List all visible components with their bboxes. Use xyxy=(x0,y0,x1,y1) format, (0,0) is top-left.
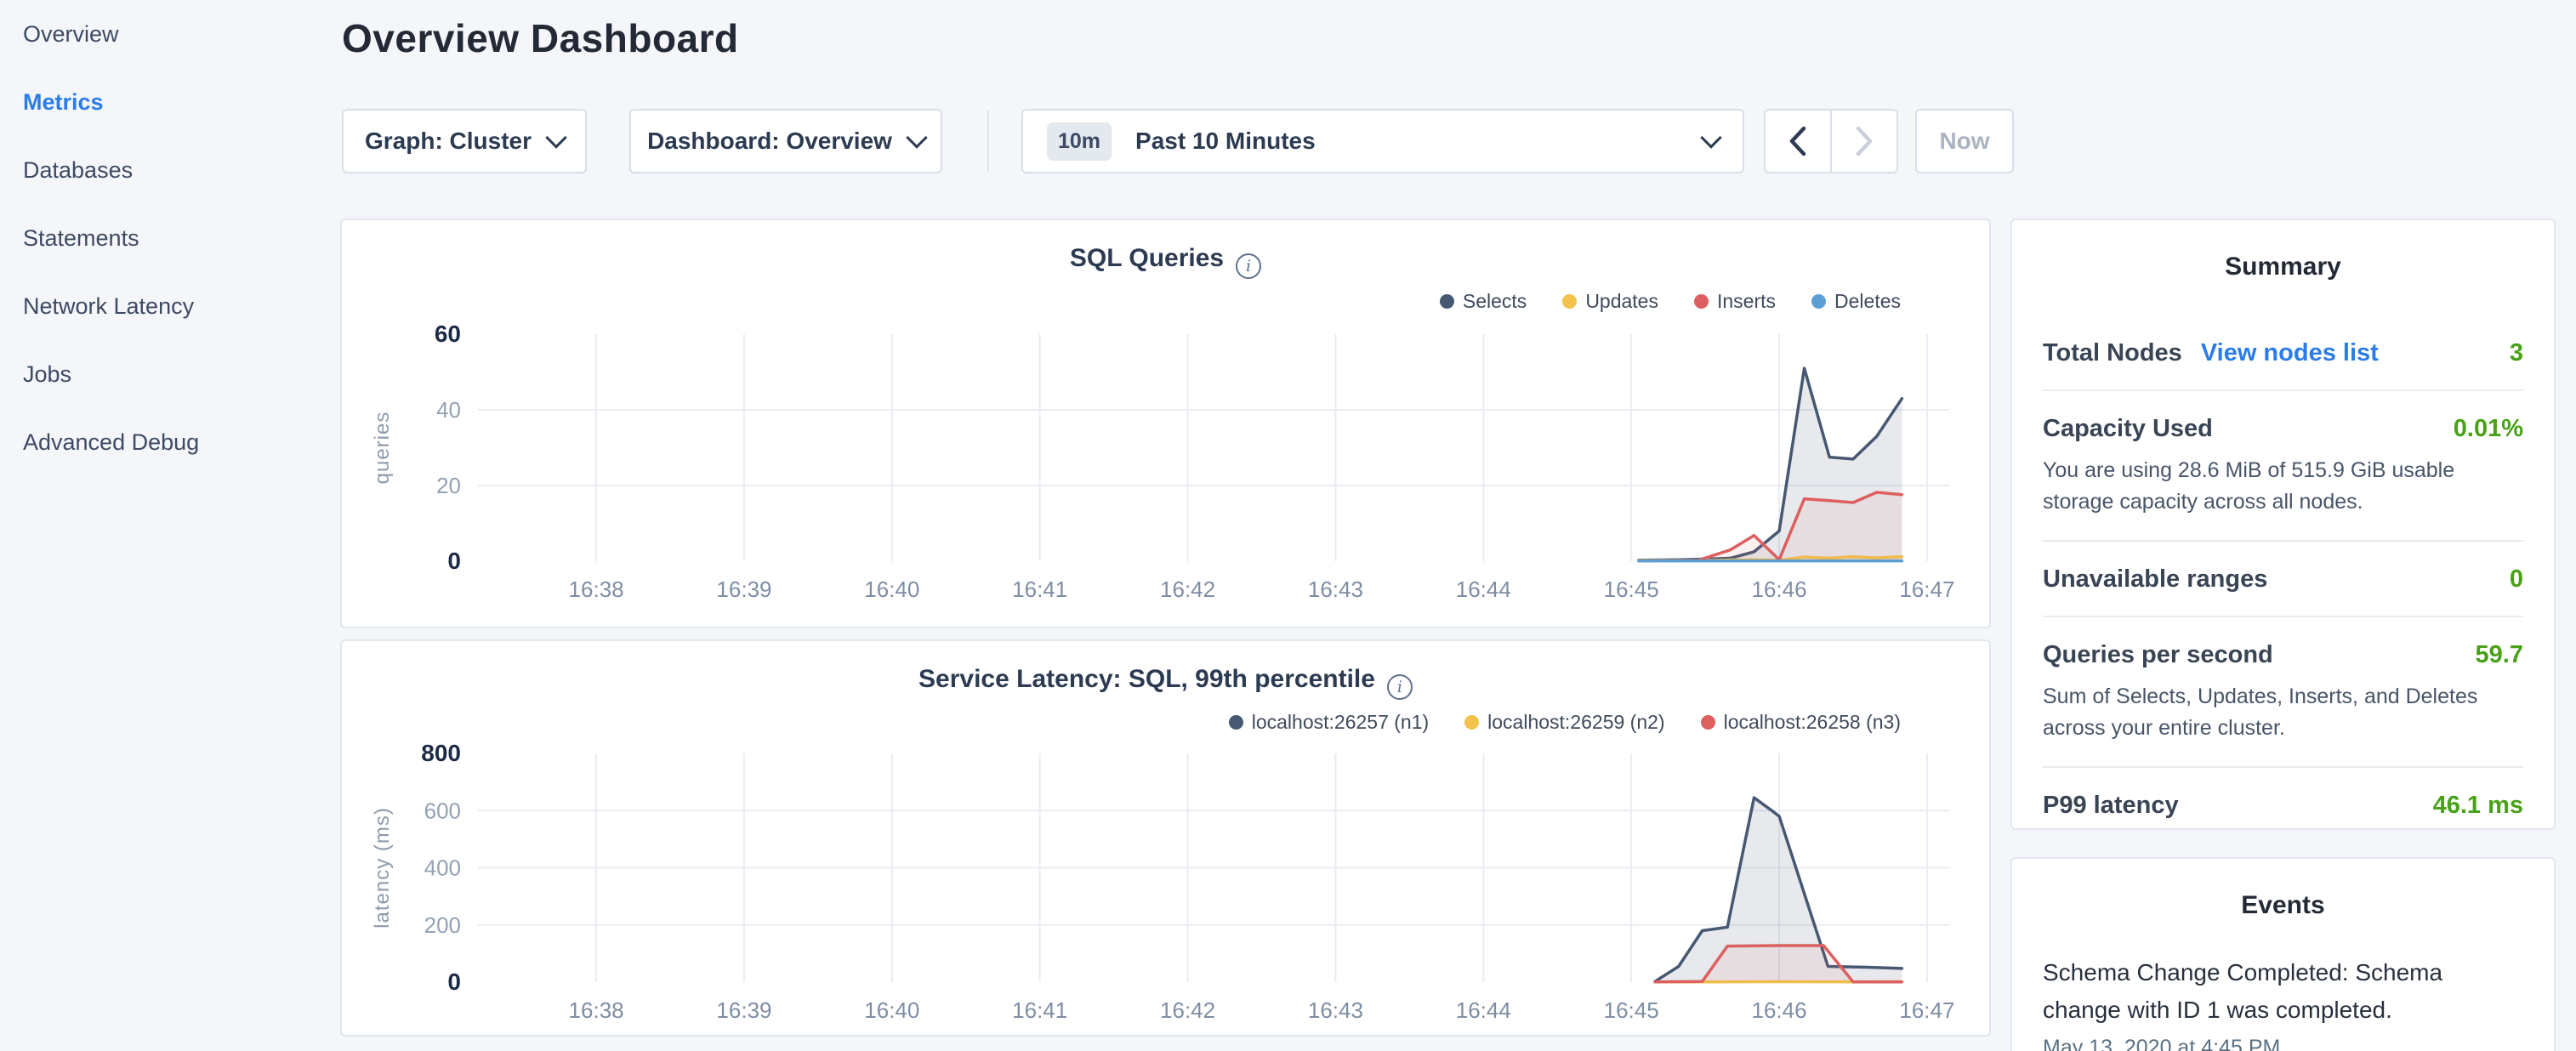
x-tick-label: 16:43 xyxy=(1308,577,1363,602)
summary-value: 46.1 ms xyxy=(2433,792,2523,820)
summary-row-queries-per-second: Queries per second 59.7 Sum of Selects, … xyxy=(2043,617,2523,768)
summary-row-total-nodes: Total Nodes View nodes list 3 xyxy=(2043,315,2523,391)
y-tick-label: 60 xyxy=(435,321,461,347)
summary-label: Unavailable ranges xyxy=(2043,565,2267,594)
sidebar-item-metrics[interactable]: Metrics xyxy=(0,68,340,136)
y-tick-label: 20 xyxy=(436,473,461,498)
summary-value: 59.7 xyxy=(2476,641,2523,669)
chevron-left-icon xyxy=(1787,125,1809,157)
sidebar-item-network-latency[interactable]: Network Latency xyxy=(0,272,340,340)
events-title: Events xyxy=(2012,891,2554,920)
sidebar-item-databases[interactable]: Databases xyxy=(0,136,340,204)
dashboard-dropdown-label: Dashboard: Overview xyxy=(647,128,892,155)
x-tick-label: 16:47 xyxy=(1899,577,1954,602)
x-tick-label: 16:45 xyxy=(1604,577,1659,602)
summary-label: Capacity Used xyxy=(2043,415,2213,443)
sidebar-item-jobs[interactable]: Jobs xyxy=(0,340,340,408)
summary-label: P99 latency xyxy=(2043,792,2179,820)
summary-row-p99-latency: P99 latency 46.1 ms xyxy=(2043,768,2523,842)
y-tick-label: 800 xyxy=(421,740,461,766)
events-panel: Events Schema Change Completed: Schema c… xyxy=(2010,857,2556,1051)
x-tick-label: 16:40 xyxy=(864,577,919,602)
y-tick-label: 200 xyxy=(424,912,461,938)
x-tick-label: 16:41 xyxy=(1012,997,1067,1023)
sidebar-item-statements[interactable]: Statements xyxy=(0,204,340,272)
time-range-selector[interactable]: 10m Past 10 Minutes xyxy=(1021,109,1744,173)
summary-panel: Summary Total Nodes View nodes list 3 Ca… xyxy=(2010,219,2556,830)
event-item: Schema Change Completed: Schema change w… xyxy=(2043,954,2451,1029)
y-tick-label: 600 xyxy=(424,798,461,823)
x-tick-label: 16:44 xyxy=(1456,577,1511,602)
x-tick-label: 16:39 xyxy=(716,997,771,1023)
now-button[interactable]: Now xyxy=(1915,109,2014,173)
x-tick-label: 16:46 xyxy=(1752,997,1807,1023)
event-timestamp: May 13, 2020 at 4:45 PM xyxy=(2043,1036,2523,1051)
y-tick-label: 40 xyxy=(436,397,461,423)
y-axis-label: queries xyxy=(371,412,394,485)
chevron-down-icon xyxy=(545,127,566,148)
x-tick-label: 16:39 xyxy=(716,577,771,602)
summary-subtext: You are using 28.6 MiB of 515.9 GiB usab… xyxy=(2043,455,2502,518)
x-tick-label: 16:40 xyxy=(864,997,919,1023)
summary-label: Queries per second xyxy=(2043,641,2273,669)
time-next-button[interactable] xyxy=(1830,109,1898,173)
graph-dropdown-label: Graph: Cluster xyxy=(365,128,532,155)
service-latency-plot: 16:38 16:39 16:40 16:41 16:42 16:43 16:44 16:45… xyxy=(342,641,1988,1034)
y-tick-label: 400 xyxy=(424,855,461,881)
controls-divider xyxy=(987,111,989,172)
db-console-page: Overview Metrics Databases Statements Ne… xyxy=(0,0,2576,1051)
x-tick-label: 16:41 xyxy=(1012,577,1067,602)
x-tick-label: 16:42 xyxy=(1160,577,1215,602)
chevron-down-icon xyxy=(1700,127,1721,148)
summary-row-capacity-used: Capacity Used 0.01% You are using 28.6 M… xyxy=(2043,391,2523,542)
x-tick-label: 16:42 xyxy=(1160,997,1215,1023)
x-tick-label: 16:45 xyxy=(1604,997,1659,1023)
sql-queries-plot: 16:38 16:39 16:40 16:41 16:42 16:43 16:44 16:45… xyxy=(342,220,1988,626)
x-tick-label: 16:43 xyxy=(1308,997,1363,1023)
sidebar-item-overview[interactable]: Overview xyxy=(0,0,340,68)
summary-label: Total Nodes xyxy=(2043,339,2182,367)
x-tick-label: 16:46 xyxy=(1752,577,1807,602)
sidebar: Overview Metrics Databases Statements Ne… xyxy=(0,0,340,1051)
summary-value: 0 xyxy=(2510,565,2523,594)
chevron-down-icon xyxy=(906,127,927,148)
graph-dropdown[interactable]: Graph: Cluster xyxy=(342,109,587,173)
chevron-right-icon xyxy=(1853,125,1875,157)
summary-title: Summary xyxy=(2043,253,2523,281)
view-nodes-list-link[interactable]: View nodes list xyxy=(2201,339,2379,367)
summary-value: 0.01% xyxy=(2454,415,2523,443)
x-tick-label: 16:47 xyxy=(1899,997,1954,1023)
page-title: Overview Dashboard xyxy=(342,15,739,61)
y-axis-label: latency (ms) xyxy=(371,807,394,929)
dashboard-dropdown[interactable]: Dashboard: Overview xyxy=(629,109,942,173)
time-range-label: Past 10 Minutes xyxy=(1135,128,1703,155)
time-range-badge: 10m xyxy=(1047,122,1112,161)
x-tick-label: 16:44 xyxy=(1456,997,1511,1023)
x-tick-label: 16:38 xyxy=(569,577,624,602)
service-latency-chart-card: Service Latency: SQL, 99th percentilei l… xyxy=(340,639,1991,1037)
y-tick-label: 0 xyxy=(447,969,461,995)
sql-queries-chart-card: SQL Queriesi Selects Updates Inserts Del… xyxy=(340,219,1991,628)
sidebar-item-advanced-debug[interactable]: Advanced Debug xyxy=(0,408,340,476)
y-tick-label: 0 xyxy=(447,548,461,574)
summary-value: 3 xyxy=(2510,339,2523,367)
summary-subtext: Sum of Selects, Updates, Inserts, and De… xyxy=(2043,681,2502,744)
time-prev-button[interactable] xyxy=(1764,109,1832,173)
time-nav-group xyxy=(1764,109,1898,173)
x-tick-label: 16:38 xyxy=(569,997,624,1023)
summary-row-unavailable-ranges: Unavailable ranges 0 xyxy=(2043,542,2523,617)
